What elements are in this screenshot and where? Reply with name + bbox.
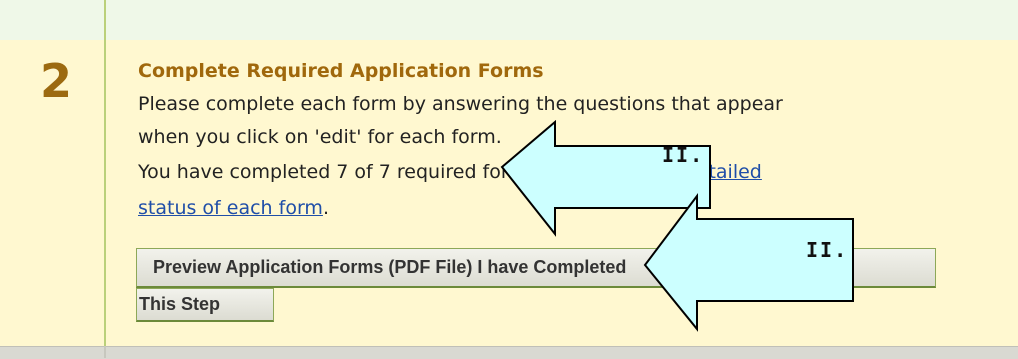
detailed-status-link-continued[interactable]: status of each form [138,197,323,219]
step-number: 2 [40,54,73,108]
instruction-line-2: when you click on 'edit' for each form. [138,126,502,148]
status-line-2: status of each form. [138,197,329,219]
arrow-annotation-2 [643,193,854,332]
arrow-label-1: II. [662,143,705,167]
column-divider [104,0,106,40]
top-band [0,0,1018,42]
bottom-band [0,346,1018,359]
instruction-line-1: Please complete each form by answering t… [138,93,783,115]
arrow-shape-2 [643,193,854,332]
arrow-label-2: II. [806,238,849,262]
status-period: . [322,197,329,219]
column-divider-bottom [104,346,106,358]
completed-step-button[interactable]: This Step [136,288,274,322]
step-title: Complete Required Application Forms [138,60,544,82]
